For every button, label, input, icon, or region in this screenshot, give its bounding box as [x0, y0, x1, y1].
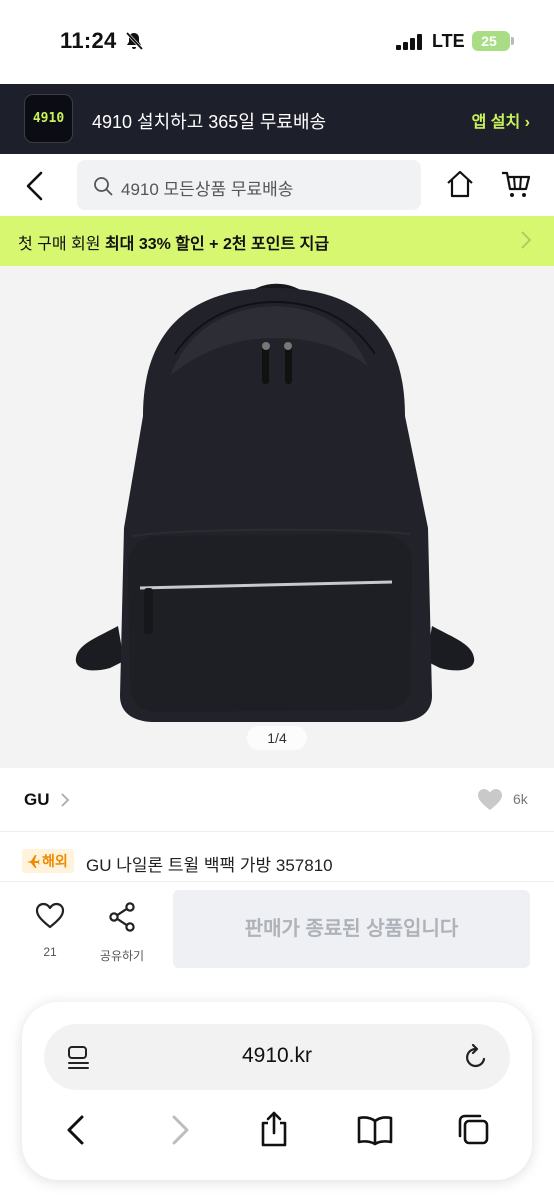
nav-bar: 4910 모든상품 무료배송 [0, 154, 554, 216]
heart-icon[interactable] [477, 788, 503, 812]
network-label: LTE [432, 31, 465, 51]
backpack-image [75, 283, 475, 722]
cart-icon[interactable] [500, 168, 532, 200]
share-button-label: 공유하기 [99, 949, 145, 963]
promo-text-bold: 최대 33% 할인 + 2천 포인트 지급 [104, 236, 330, 253]
image-counter: 1/4 [247, 726, 307, 750]
back-arrow-icon[interactable] [18, 168, 54, 204]
home-icon[interactable] [444, 168, 476, 200]
reload-icon[interactable] [464, 1044, 488, 1070]
share-icon [109, 902, 135, 932]
install-app-button[interactable]: 앱 설치 › [472, 108, 530, 132]
chevron-right-icon [521, 231, 532, 249]
status-time: 11:24 [60, 28, 117, 53]
search-icon [94, 177, 113, 196]
overseas-badge-label: 해외 [42, 853, 68, 869]
signal-icon [396, 34, 422, 50]
browser-forward-icon[interactable] [168, 1114, 194, 1146]
browser-back-icon[interactable] [62, 1114, 88, 1146]
product-title: GU 나일론 트윌 백팩 가방 357810 [86, 856, 333, 875]
product-image[interactable] [0, 266, 554, 768]
like-button[interactable]: 21 [24, 902, 76, 959]
like-button-count: 21 [43, 945, 57, 959]
app-install-banner: 4910 4910 설치하고 365일 무료배송 앱 설치 › [0, 84, 554, 154]
overseas-badge: 해외 [22, 849, 74, 873]
promo-text: 첫 구매 회원 최대 33% 할인 + 2천 포인트 지급 [18, 230, 329, 254]
brand-name[interactable]: GU [24, 790, 50, 810]
url-text[interactable]: 4910.kr [44, 1044, 510, 1068]
search-input[interactable]: 4910 모든상품 무료배송 [77, 160, 421, 210]
search-placeholder: 4910 모든상품 무료배송 [121, 180, 294, 199]
like-count: 6k [513, 791, 528, 807]
tabs-icon[interactable] [456, 1112, 492, 1148]
promo-banner[interactable]: 첫 구매 회원 최대 33% 할인 + 2천 포인트 지급 [0, 216, 554, 266]
promo-text-regular: 첫 구매 회원 [18, 236, 105, 253]
sold-out-button: 판매가 종료된 상품입니다 [173, 890, 530, 968]
browser-toolbar: 4910.kr [22, 1002, 532, 1180]
airplane-icon [27, 855, 40, 868]
product-title-row: 해외 GU 나일론 트윌 백팩 가방 357810 [0, 845, 554, 881]
heart-outline-icon [35, 902, 65, 929]
status-bar: 11:24 LTE 25 [0, 0, 554, 84]
battery-icon: 25 [472, 31, 514, 51]
app-logo: 4910 [24, 94, 73, 143]
bell-off-icon [125, 31, 144, 51]
app-logo-text: 4910 [32, 111, 65, 126]
bookmarks-icon[interactable] [356, 1114, 394, 1146]
address-bar[interactable]: 4910.kr [44, 1024, 510, 1090]
browser-share-icon[interactable] [258, 1110, 290, 1148]
share-button[interactable]: 공유하기 [94, 902, 150, 964]
brand-row[interactable]: GU 6k [0, 768, 554, 832]
action-bar: 21 공유하기 판매가 종료된 상품입니다 [0, 882, 554, 982]
chevron-right-icon [61, 793, 70, 807]
battery-level: 25 [481, 33, 497, 49]
install-message: 4910 설치하고 365일 무료배송 [92, 112, 327, 132]
